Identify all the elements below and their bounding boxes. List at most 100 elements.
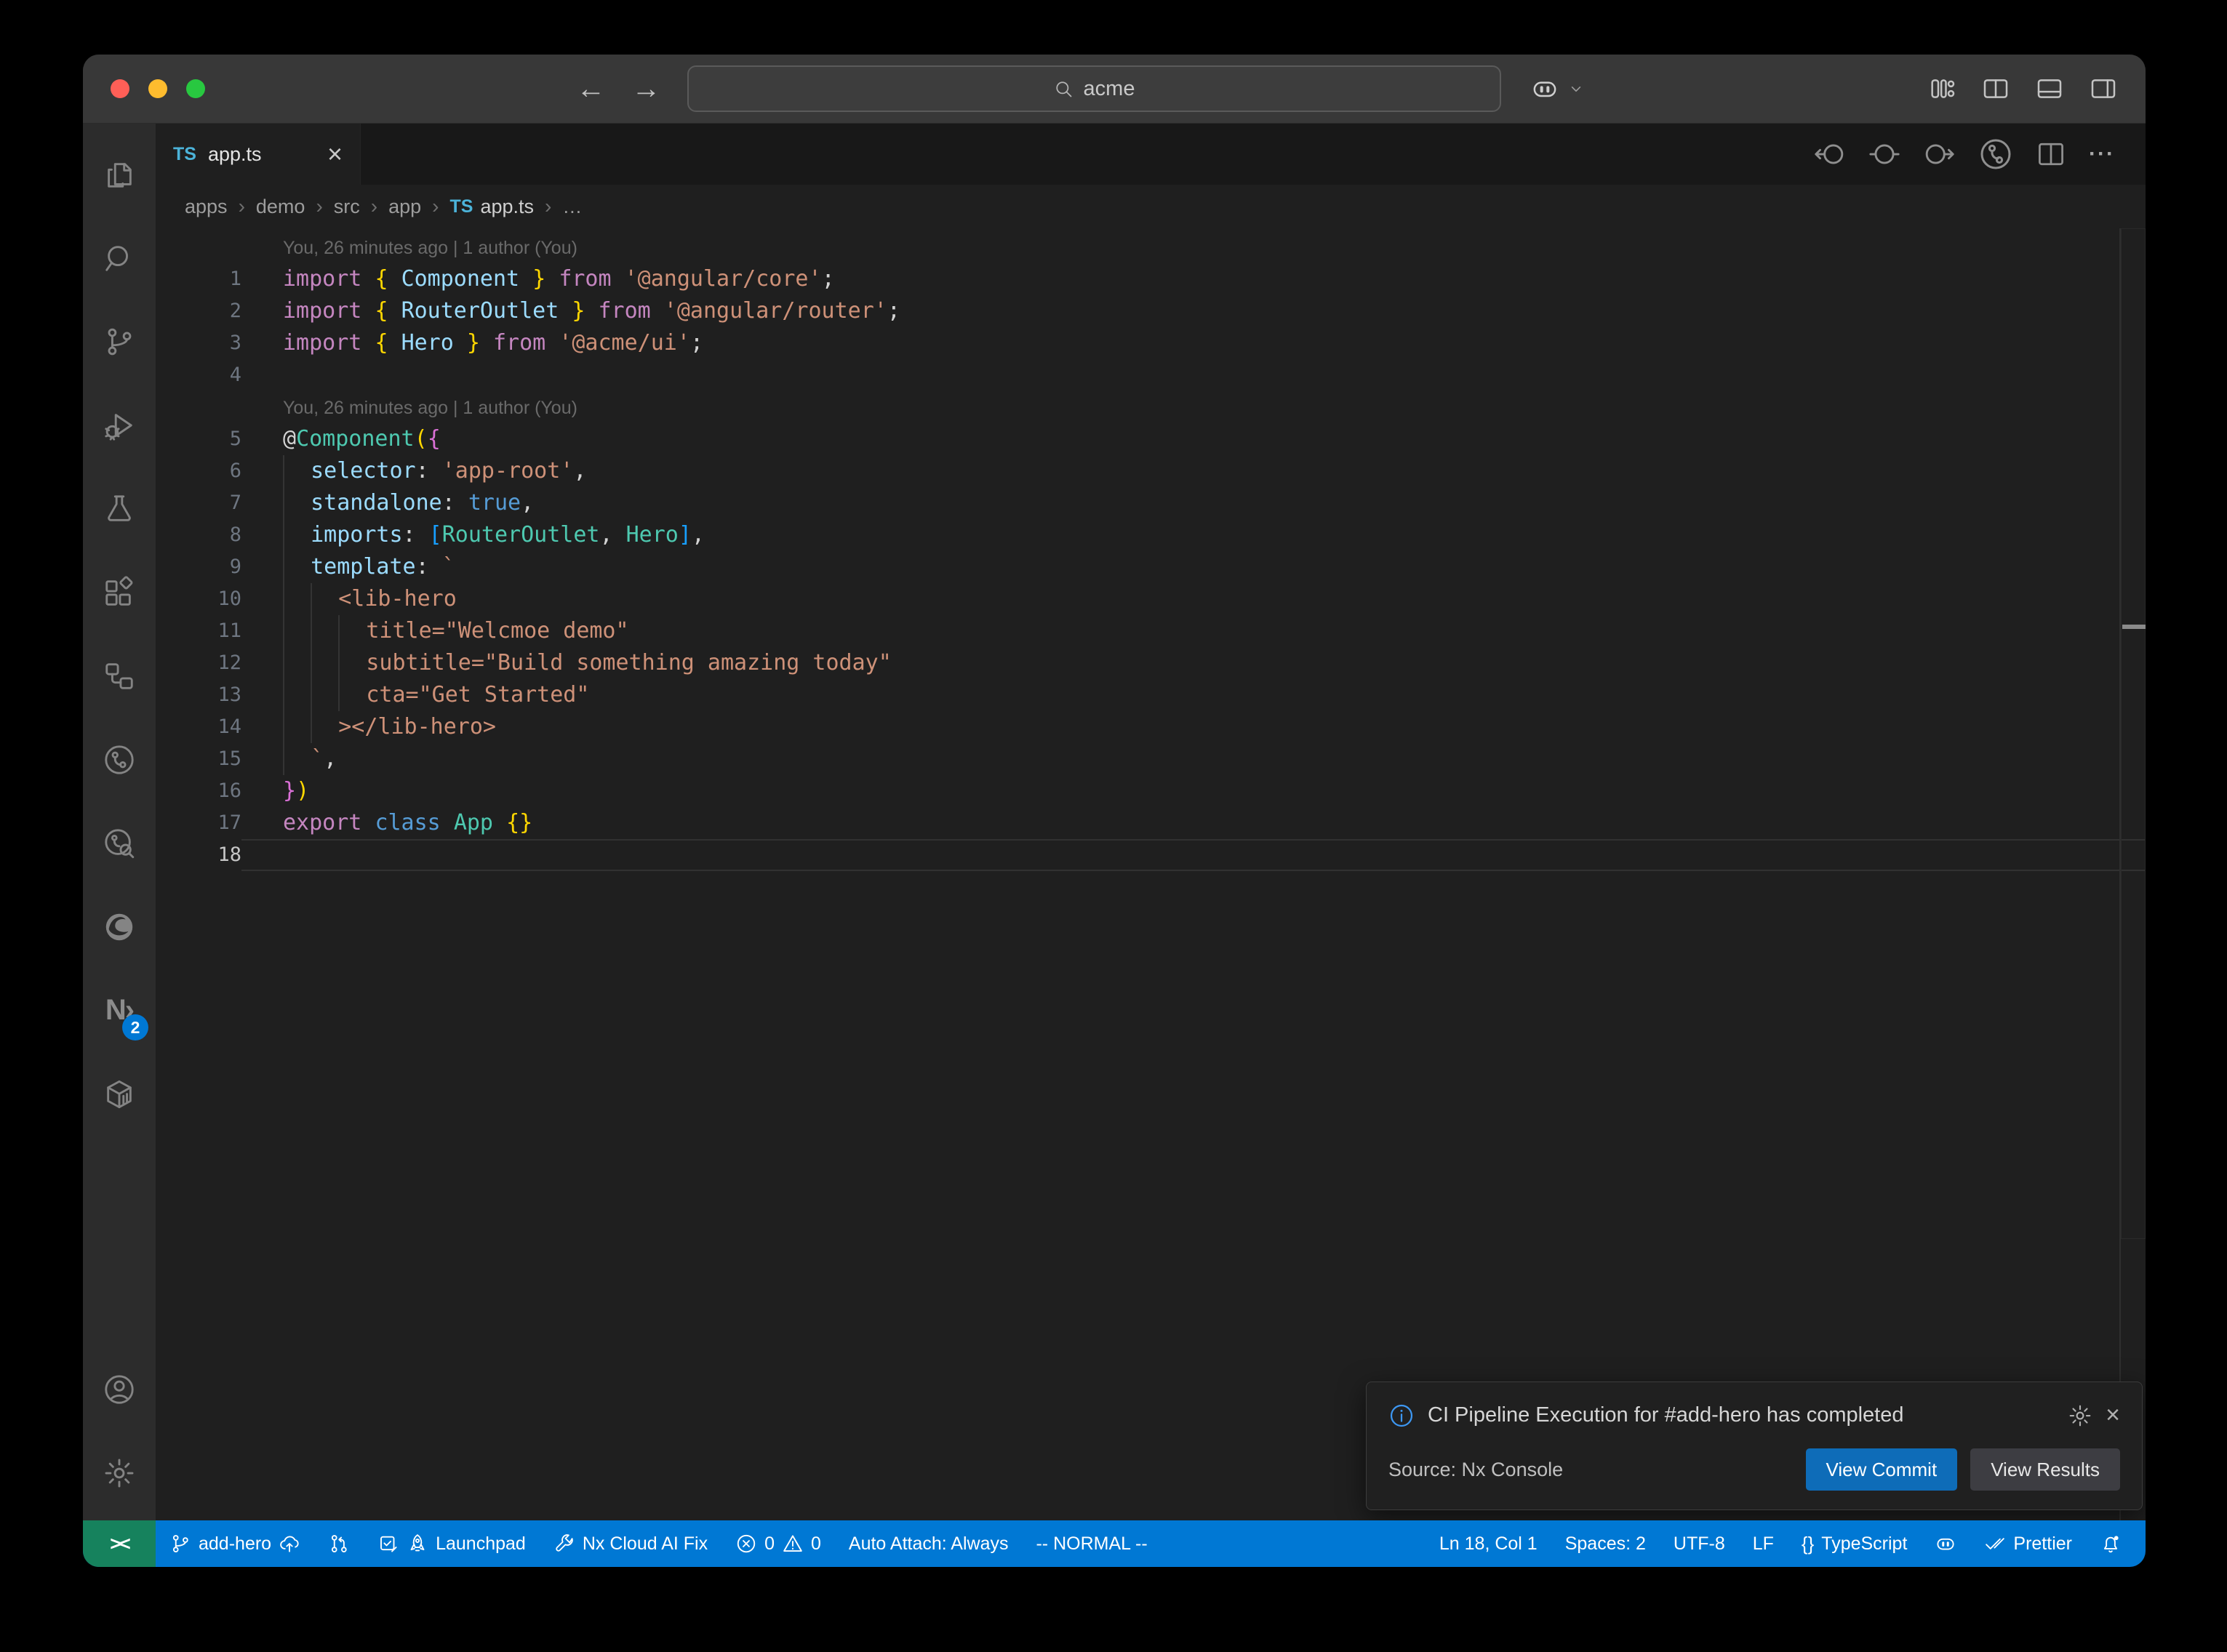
close-tab-icon[interactable]: × <box>327 141 343 167</box>
zoom-window-button[interactable] <box>186 79 205 98</box>
split-editor-icon[interactable] <box>2035 138 2067 170</box>
activity-item-accounts[interactable] <box>83 1347 156 1431</box>
status-item-indentation[interactable]: Spaces: 2 <box>1551 1520 1660 1567</box>
chevron-down-icon[interactable] <box>1567 79 1586 98</box>
status-item-language[interactable]: {}TypeScript <box>1788 1520 1921 1567</box>
activity-item-nx-console[interactable]: N›2 <box>83 969 156 1052</box>
tab-app-ts[interactable]: TS app.ts × <box>156 124 361 185</box>
titlebar: ← → acme <box>83 55 2146 124</box>
activity-item-gitlens-search[interactable] <box>83 801 156 885</box>
open-change-icon[interactable] <box>1868 137 1901 171</box>
code-line: 3import { Hero } from '@acme/ui'; <box>156 327 2146 359</box>
status-item-problems[interactable]: 00 <box>721 1520 835 1567</box>
code-editor[interactable]: You, 26 minutes ago | 1 author (You)1imp… <box>156 228 2146 1520</box>
close-window-button[interactable] <box>111 79 129 98</box>
breadcrumb-file[interactable]: TS app.ts <box>449 196 534 218</box>
tab-bar: TS app.ts × ··· <box>156 124 2146 185</box>
cube-icon <box>103 1078 136 1111</box>
activity-item-edge-tools[interactable] <box>83 885 156 969</box>
wrench-icon <box>553 1533 575 1555</box>
close-notification-icon[interactable]: × <box>2106 1401 2120 1430</box>
status-item-copilot[interactable] <box>1921 1520 1970 1567</box>
status-item-auto-attach[interactable]: Auto Attach: Always <box>835 1520 1023 1567</box>
activity-item-containers[interactable] <box>83 1052 156 1136</box>
view-commit-button[interactable]: View Commit <box>1806 1448 1958 1491</box>
status-bar: ><add-hero LaunchpadNx Cloud AI Fix00Auto… <box>83 1520 2146 1567</box>
status-item-vim-mode[interactable]: -- NORMAL -- <box>1022 1520 1161 1567</box>
status-item-remote[interactable]: >< <box>83 1520 156 1567</box>
status-item-prettier[interactable]: Prettier <box>1970 1520 2086 1567</box>
window-controls <box>111 79 205 98</box>
activity-item-search[interactable] <box>83 216 156 300</box>
code-line: 2import { RouterOutlet } from '@angular/… <box>156 295 2146 327</box>
activity-item-testing[interactable] <box>83 467 156 550</box>
breadcrumb-folder[interactable]: app <box>388 196 421 218</box>
code-line: 10<lib-hero <box>156 583 2146 615</box>
git-pull-request-icon <box>328 1533 350 1555</box>
command-center-search[interactable]: acme <box>687 65 1501 112</box>
code-line: 9template: ` <box>156 551 2146 583</box>
status-item-cursor-position[interactable]: Ln 18, Col 1 <box>1426 1520 1551 1567</box>
activity-item-source-control[interactable] <box>83 300 156 383</box>
activity-item-gitlens[interactable] <box>83 718 156 801</box>
code-line: 17export class App {} <box>156 807 2146 839</box>
extensions-icon <box>103 576 136 609</box>
breadcrumb-folder[interactable]: apps <box>185 196 228 218</box>
activity-bar: N›2 <box>83 124 156 1520</box>
activity-item-project-details[interactable] <box>83 634 156 718</box>
bell-dot-icon <box>2100 1533 2122 1555</box>
status-item-pull-request[interactable] <box>314 1520 364 1567</box>
editor-actions: ··· <box>1812 137 2146 172</box>
commit-graph-icon[interactable] <box>1978 137 2013 172</box>
code-line: 5@Component({ <box>156 423 2146 455</box>
status-item-notifications[interactable] <box>2086 1520 2135 1567</box>
copilot-icon[interactable] <box>1530 74 1559 103</box>
vscode-window: ← → acme N›2 TS app.ts <box>83 55 2146 1567</box>
status-item-nx-cloud-ai-fix[interactable]: Nx Cloud AI Fix <box>540 1520 721 1567</box>
status-item-branch[interactable]: add-hero <box>156 1520 314 1567</box>
customize-layout-icon[interactable] <box>1927 74 1956 103</box>
minimize-window-button[interactable] <box>148 79 167 98</box>
boxes-icon <box>103 659 136 693</box>
gear-icon <box>103 1456 136 1490</box>
back-arrow-icon[interactable]: ← <box>577 73 606 105</box>
activity-item-extensions[interactable] <box>83 550 156 634</box>
forward-arrow-icon[interactable]: → <box>632 73 661 105</box>
notification-settings-icon[interactable] <box>2068 1403 2092 1428</box>
status-item-encoding[interactable]: UTF-8 <box>1660 1520 1739 1567</box>
copilot-icon <box>1935 1533 1956 1555</box>
toggle-secondary-sidebar-icon[interactable] <box>2089 74 2118 103</box>
scrollbar-slider[interactable] <box>2121 228 2146 1239</box>
activity-item-run-debug[interactable] <box>83 383 156 467</box>
tab-label: app.ts <box>208 143 262 166</box>
code-line: 1import { Component } from '@angular/cor… <box>156 263 2146 295</box>
view-results-button[interactable]: View Results <box>1970 1448 2120 1491</box>
more-actions-icon[interactable]: ··· <box>2089 142 2115 167</box>
status-item-launchpad[interactable]: Launchpad <box>364 1520 540 1567</box>
breadcrumb-folder[interactable]: demo <box>256 196 305 218</box>
search-icon <box>103 241 136 275</box>
next-change-icon[interactable] <box>1923 137 1956 171</box>
braces-icon: {} <box>1802 1533 1814 1555</box>
blame-annotation: You, 26 minutes ago | 1 author (You) <box>156 231 2146 263</box>
search-icon <box>1053 79 1073 99</box>
status-item-eol[interactable]: LF <box>1739 1520 1788 1567</box>
code-line: 13cta="Get Started" <box>156 679 2146 711</box>
activity-item-settings[interactable] <box>83 1431 156 1515</box>
rocket-icon <box>407 1533 428 1555</box>
edge-icon <box>103 910 136 944</box>
git-branch-icon <box>103 325 136 358</box>
code-line: 16}) <box>156 775 2146 807</box>
previous-change-icon[interactable] <box>1812 137 1846 171</box>
search-value: acme <box>1084 77 1135 101</box>
notification-toast: CI Pipeline Execution for #add-hero has … <box>1366 1382 2143 1510</box>
split-editor-layout-icon[interactable] <box>1981 74 2010 103</box>
breadcrumb-folder[interactable]: src <box>334 196 360 218</box>
code-line: 15`, <box>156 743 2146 775</box>
toggle-panel-icon[interactable] <box>2035 74 2064 103</box>
activity-item-explorer[interactable] <box>83 132 156 216</box>
blame-annotation: You, 26 minutes ago | 1 author (You) <box>156 391 2146 423</box>
code-line: 8imports: [RouterOutlet, Hero], <box>156 519 2146 551</box>
breadcrumb-symbol[interactable]: … <box>562 196 582 218</box>
scrollbar[interactable] <box>2119 228 2146 1520</box>
